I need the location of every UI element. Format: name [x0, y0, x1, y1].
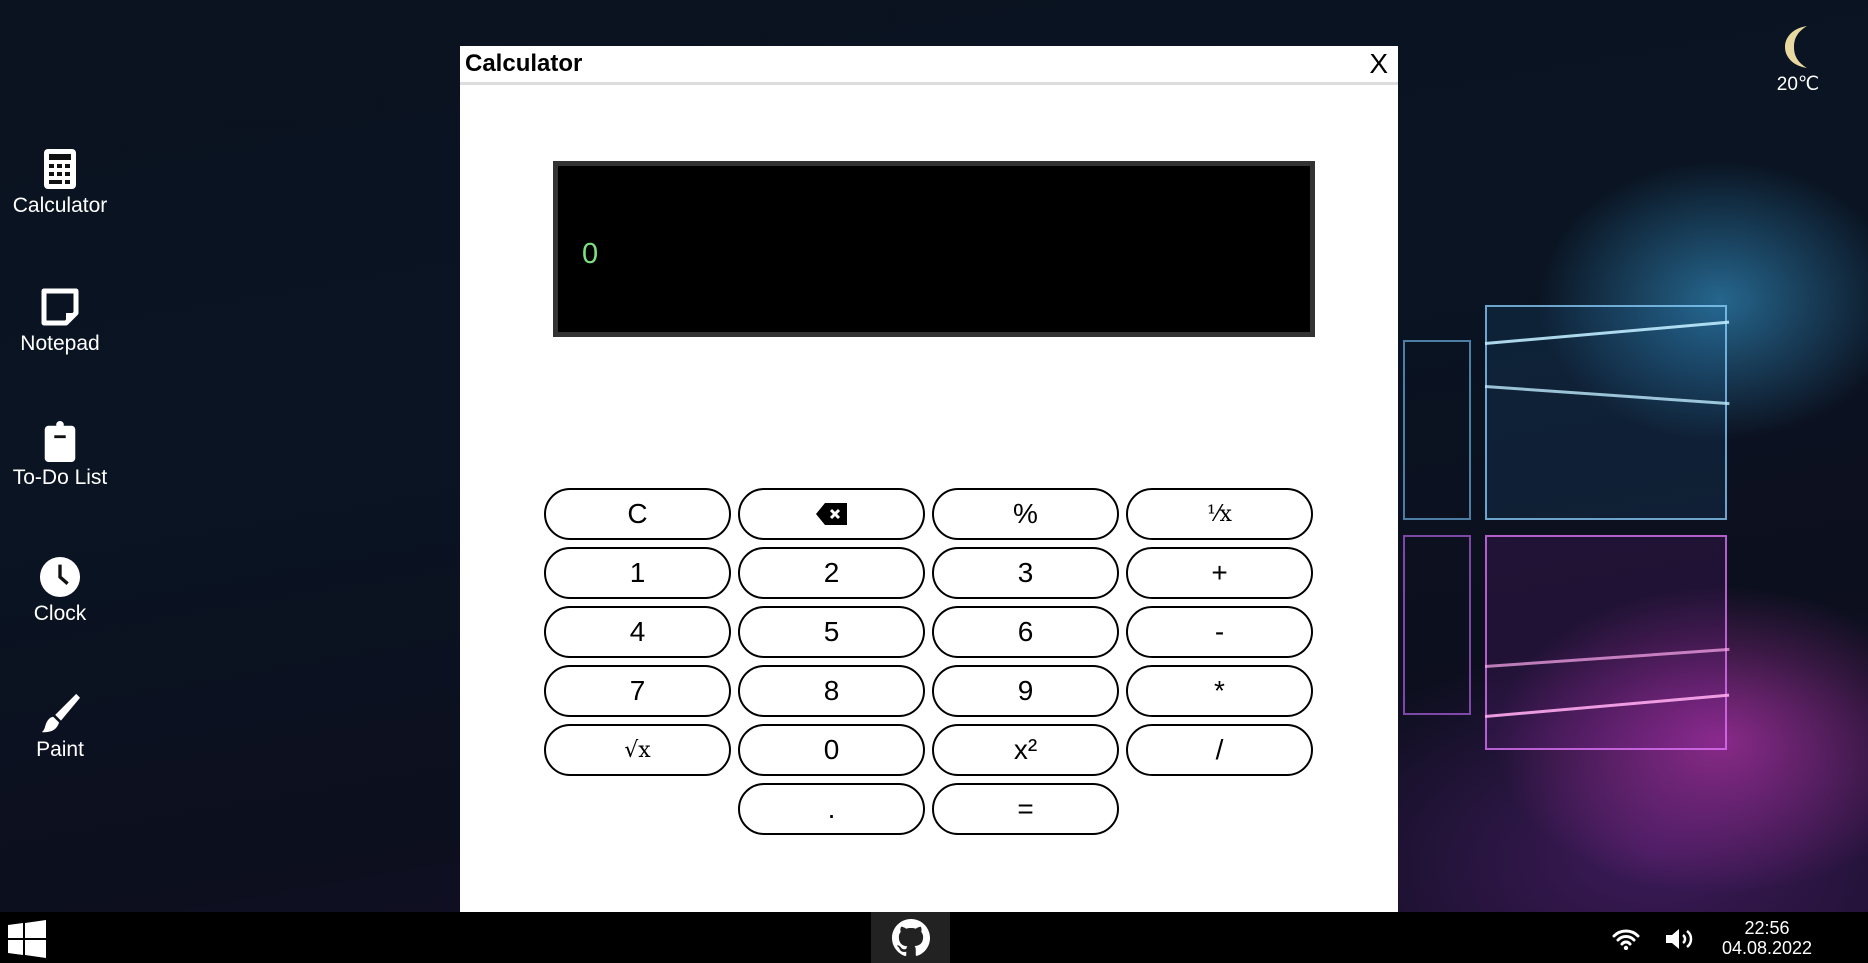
key-percent-button[interactable]: %	[932, 488, 1119, 540]
key-9-button[interactable]: 9	[932, 665, 1119, 717]
key-8-button[interactable]: 8	[738, 665, 925, 717]
key-sqrt-button[interactable]: √x	[544, 724, 731, 776]
key-label: 5	[823, 616, 840, 647]
desktop-icon-label: Clock	[33, 602, 87, 625]
key-1-button[interactable]: 1	[544, 547, 731, 599]
key-clear-button[interactable]: C	[544, 488, 731, 540]
paintbrush-icon	[41, 693, 81, 733]
backspace-icon	[815, 503, 847, 525]
time: 22:56	[1744, 918, 1790, 938]
key-label: 2	[823, 557, 840, 588]
window-title: Calculator	[465, 50, 583, 77]
weather-widget[interactable]: 20℃	[1770, 24, 1826, 96]
key-4-button[interactable]: 4	[544, 606, 731, 658]
note-icon	[41, 288, 79, 326]
key-label: 4	[629, 616, 646, 647]
key-divide-button[interactable]: /	[1126, 724, 1313, 776]
key-square-button[interactable]: x²	[932, 724, 1119, 776]
calculator-icon	[44, 149, 76, 189]
key-label: 7	[629, 675, 646, 706]
calculator-window: Calculator X 0 C% ¹⁄x 1 2 3 +4 5 6 - 7 8 9 * √x 0 x² /. =	[460, 46, 1398, 918]
key-label: /	[1215, 734, 1224, 765]
desktop-icon-calculator[interactable]: Calculator	[0, 148, 120, 218]
calculator-display: 0	[553, 161, 1315, 337]
github-icon	[892, 919, 930, 957]
close-button[interactable]: X	[1369, 48, 1388, 80]
volume-icon[interactable]	[1665, 927, 1695, 951]
windows-start-icon[interactable]	[8, 920, 46, 958]
key-3-button[interactable]: 3	[932, 547, 1119, 599]
system-clock[interactable]: 22:56 04.08.2022	[1715, 918, 1819, 958]
key-equals-button[interactable]: =	[932, 783, 1119, 835]
date: 04.08.2022	[1721, 938, 1813, 958]
key-decimal-button[interactable]: .	[738, 783, 925, 835]
key-label: √x	[624, 737, 651, 763]
key-label: C	[627, 498, 648, 529]
key-label: 3	[1017, 557, 1034, 588]
desktop-icon-todo[interactable]: To-Do List	[0, 420, 120, 490]
clock-icon	[39, 556, 81, 598]
temperature: 20℃	[1776, 74, 1820, 95]
key-label: +	[1211, 557, 1228, 588]
github-taskbar-button[interactable]	[871, 912, 950, 963]
key-label: 8	[823, 675, 840, 706]
key-label: x²	[1013, 734, 1038, 765]
key-0-button[interactable]: 0	[738, 724, 925, 776]
desktop-icon-label: Notepad	[20, 332, 100, 355]
title-bar[interactable]: Calculator X	[460, 46, 1398, 85]
key-add-button[interactable]: +	[1126, 547, 1313, 599]
key-5-button[interactable]: 5	[738, 606, 925, 658]
taskbar: 22:56 04.08.2022	[0, 912, 1868, 963]
key-subtract-button[interactable]: -	[1126, 606, 1313, 658]
desktop-icon-notepad[interactable]: Notepad	[0, 286, 120, 356]
key-label: %	[1013, 498, 1038, 529]
key-label: *	[1214, 675, 1225, 706]
key-2-button[interactable]: 2	[738, 547, 925, 599]
key-label: .	[827, 793, 836, 824]
desktop-icon-label: To-Do List	[12, 466, 108, 489]
desktop-icon-label: Calculator	[12, 194, 108, 217]
desktop-icon-clock[interactable]: Clock	[0, 556, 120, 626]
key-label: 9	[1017, 675, 1034, 706]
key-label: =	[1017, 793, 1034, 824]
display-value: 0	[582, 238, 599, 270]
key-label: 6	[1017, 616, 1034, 647]
desktop-icon-paint[interactable]: Paint	[0, 692, 120, 762]
key-reciprocal-button[interactable]: ¹⁄x	[1126, 488, 1313, 540]
key-label: ¹⁄x	[1207, 501, 1232, 527]
key-7-button[interactable]: 7	[544, 665, 731, 717]
clipboard-icon	[44, 420, 76, 462]
desktop-icon-label: Paint	[36, 738, 84, 761]
moon-icon	[1785, 26, 1807, 68]
key-label: 0	[823, 734, 840, 765]
key-6-button[interactable]: 6	[932, 606, 1119, 658]
key-backspace-button[interactable]	[738, 488, 925, 540]
key-label: 1	[629, 557, 646, 588]
key-label: -	[1214, 616, 1225, 647]
wifi-icon[interactable]	[1612, 928, 1640, 950]
key-multiply-button[interactable]: *	[1126, 665, 1313, 717]
